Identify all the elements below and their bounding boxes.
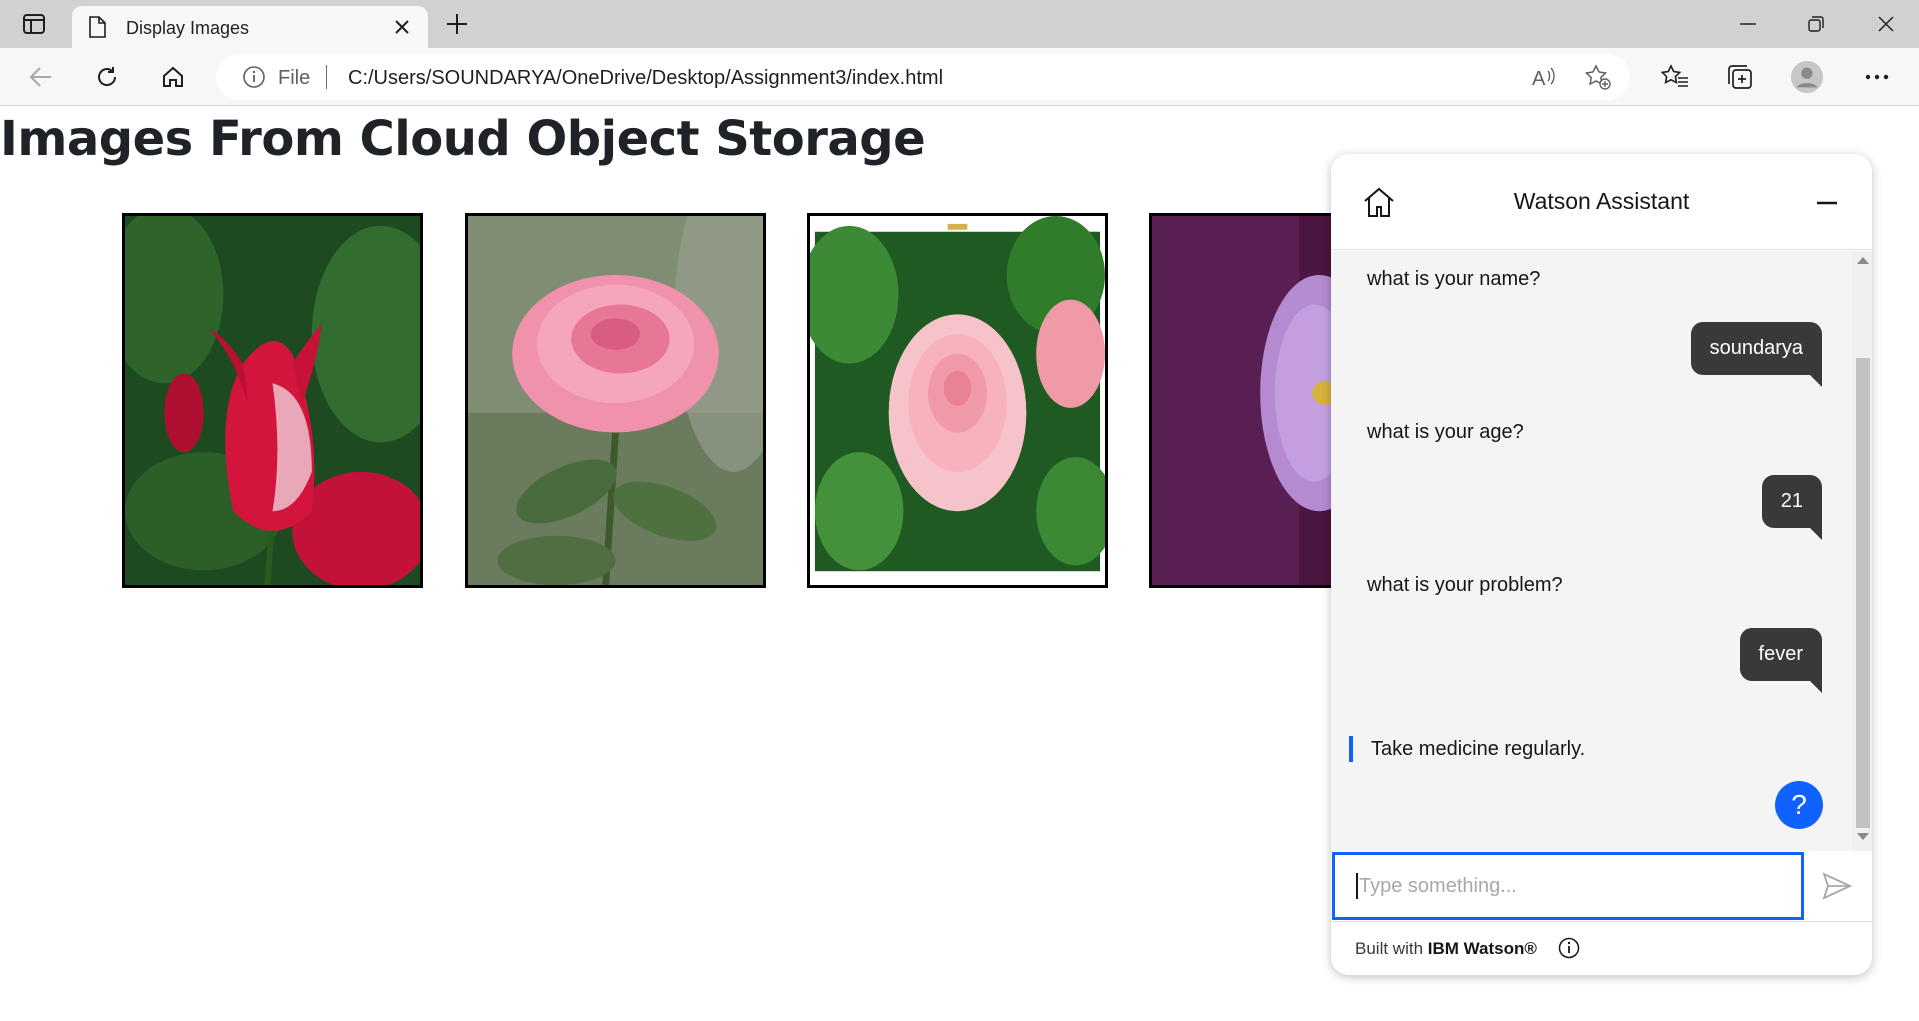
document-icon <box>88 16 106 43</box>
ibm-watson-brand: IBM Watson® <box>1427 939 1537 958</box>
collections-icon[interactable] <box>1724 61 1758 93</box>
site-info-icon[interactable] <box>242 65 266 94</box>
scroll-up-arrow-icon[interactable] <box>1857 257 1869 264</box>
chat-transcript[interactable]: what is your name? soundarya what is you… <box>1331 251 1872 851</box>
send-icon[interactable] <box>1821 870 1853 902</box>
new-tab-icon[interactable] <box>442 10 472 38</box>
scrollbar-thumb[interactable] <box>1856 358 1870 828</box>
page-heading: Images From Cloud Object Storage <box>0 111 926 167</box>
minimize-icon[interactable] <box>1812 188 1842 218</box>
built-with-prefix: Built with <box>1355 939 1428 958</box>
watson-assistant-panel: Watson Assistant what is your name? soun… <box>1331 154 1872 975</box>
browser-toolbar: File C:/Users/SOUNDARYA/OneDrive/Desktop… <box>0 48 1919 106</box>
address-bar[interactable]: File C:/Users/SOUNDARYA/OneDrive/Desktop… <box>216 54 1630 100</box>
close-window-icon[interactable] <box>1866 10 1906 38</box>
home-icon[interactable] <box>156 61 190 93</box>
help-button[interactable]: ? <box>1775 781 1823 829</box>
refresh-icon[interactable] <box>90 61 124 93</box>
built-with-label: Built with IBM Watson® <box>1355 939 1537 959</box>
more-options-icon[interactable] <box>1860 61 1894 93</box>
browser-tab-bar: Display Images <box>0 0 1919 48</box>
favorites-icon[interactable] <box>1658 61 1692 93</box>
bot-message: what is your name? <box>1367 268 1541 290</box>
add-favorite-icon[interactable] <box>1584 63 1612 96</box>
profile-avatar[interactable] <box>1790 60 1824 94</box>
watson-footer: Built with IBM Watson® <box>1331 921 1872 975</box>
restore-window-icon[interactable] <box>1796 10 1836 38</box>
svg-text:A: A <box>1532 68 1546 90</box>
bot-response: Take medicine regularly. <box>1349 736 1585 762</box>
tab-title: Display Images <box>126 18 250 38</box>
chat-message-input[interactable] <box>1332 852 1804 920</box>
address-scheme-label: File <box>278 67 311 89</box>
tab-actions-icon[interactable] <box>20 12 48 36</box>
bot-message: what is your problem? <box>1367 574 1563 596</box>
pink-rose-image <box>465 213 766 588</box>
address-url[interactable]: C:/Users/SOUNDARYA/OneDrive/Desktop/Assi… <box>348 67 943 90</box>
user-message: fever <box>1739 628 1823 693</box>
scroll-down-arrow-icon[interactable] <box>1857 833 1869 840</box>
close-tab-icon[interactable] <box>390 15 414 39</box>
back-icon[interactable] <box>24 61 58 93</box>
red-rose-image <box>122 213 423 588</box>
address-separator <box>326 65 327 89</box>
minimize-window-icon[interactable] <box>1728 10 1768 38</box>
chat-input-area <box>1331 851 1872 921</box>
text-cursor <box>1356 873 1358 899</box>
chat-scrollbar[interactable] <box>1852 251 1872 851</box>
browser-tab[interactable]: Display Images <box>72 6 428 48</box>
read-aloud-icon[interactable]: A <box>1530 63 1558 96</box>
bot-message: what is your age? <box>1367 421 1524 443</box>
user-message: 21 <box>1761 475 1823 540</box>
info-icon[interactable] <box>1558 937 1580 964</box>
watson-header: Watson Assistant <box>1331 154 1872 250</box>
user-message: soundarya <box>1690 322 1823 387</box>
watson-title: Watson Assistant <box>1513 188 1690 214</box>
camellia-image <box>807 213 1108 588</box>
